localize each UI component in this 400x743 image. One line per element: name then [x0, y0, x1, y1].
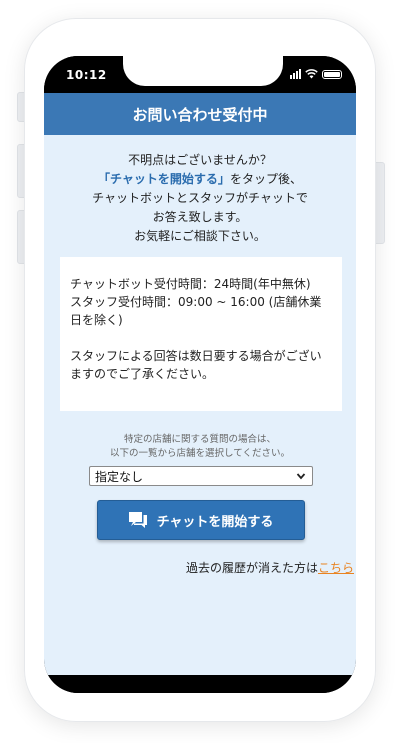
main-content: 不明点はございませんか？ 「チャットを開始する」をタップ後、 チャットボットとス… [44, 135, 356, 675]
history-notice: 過去の履歴が消えた方はこちら [44, 559, 356, 576]
intro-line-1: 不明点はございませんか？ [128, 153, 272, 167]
chevron-down-icon [296, 470, 306, 485]
status-bar: 10:12 [44, 56, 356, 93]
power-button [375, 162, 385, 244]
history-link[interactable]: こちら [318, 561, 354, 575]
phone-notch [123, 56, 283, 86]
page-title: お問い合わせ受付中 [132, 105, 268, 124]
hours-info-box: チャットボット受付時間：24時間(年中無休) スタッフ受付時間：09:00 ~ … [60, 257, 342, 411]
history-text: 過去の履歴が消えた方は [185, 561, 318, 575]
store-select-value: 指定なし [95, 469, 144, 484]
chatbot-hours: チャットボット受付時間：24時間(年中無休) [70, 277, 311, 291]
intro-line-3: チャットボットとスタッフがチャットで [92, 191, 308, 205]
chat-bubble-icon [128, 512, 147, 528]
intro-line-5: お気軽にご相談下さい。 [134, 229, 266, 243]
battery-icon [322, 69, 342, 79]
store-note-line-1: 特定の店舗に関する質問の場合は、 [123, 434, 276, 445]
intro-text: 不明点はございませんか？ 「チャットを開始する」をタップ後、 チャットボットとス… [44, 151, 356, 246]
start-chat-label: チャットを開始する [156, 514, 274, 530]
staff-hours: スタッフ受付時間：09:00 ~ 16:00 (店舗休業日を除く) [70, 295, 322, 327]
status-icons [290, 67, 342, 81]
bottom-bar [44, 675, 356, 693]
phone-screen: 10:12 お問い合わせ受付中 不明点はございませんか？ 「チャットを開始する」… [44, 56, 356, 693]
store-select-note: 特定の店舗に関する質問の場合は、 以下の一覧から店舗を選択してください。 [44, 433, 356, 461]
wifi-icon [305, 69, 318, 79]
response-notice: スタッフによる回答は数日要する場合がございますのでご了承ください。 [70, 349, 322, 381]
start-chat-button[interactable]: チャットを開始する [97, 500, 305, 540]
phone-frame: 10:12 お問い合わせ受付中 不明点はございませんか？ 「チャットを開始する」… [24, 18, 376, 722]
status-time: 10:12 [66, 68, 107, 82]
signal-icon [290, 69, 301, 79]
intro-line-2: 「チャットを開始する」をタップ後、 [44, 170, 356, 189]
store-select[interactable]: 指定なし [89, 466, 313, 486]
store-note-line-2: 以下の一覧から店舗を選択してください。 [110, 448, 290, 459]
app-header: お問い合わせ受付中 [44, 93, 356, 135]
intro-highlight: 「チャットを開始する」 [98, 172, 230, 186]
intro-line-4: お答え致します。 [152, 210, 248, 224]
intro-line-2-rest: をタップ後、 [229, 172, 302, 186]
